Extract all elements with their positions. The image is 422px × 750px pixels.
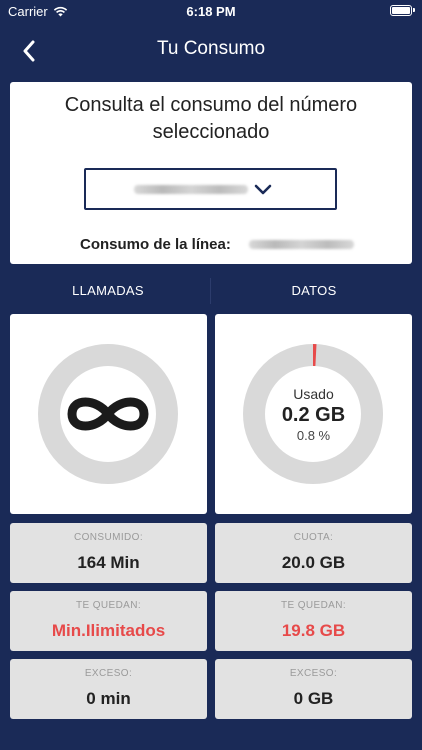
tab-divider: [210, 278, 211, 304]
calls-consumed-card: CONSUMIDO: 164 Min: [10, 523, 207, 583]
data-quota-value: 20.0 GB: [281, 553, 346, 572]
tab-calls[interactable]: LLAMADAS: [10, 270, 206, 310]
data-gauge-card: Usado 0.2 GB 0.8 %: [215, 314, 412, 514]
page-title: Tu Consumo: [156, 38, 266, 59]
data-remaining-card: TE QUEDAN: 19.8 GB: [215, 591, 412, 651]
redacted-line-number: [249, 240, 354, 249]
calls-gauge: [38, 344, 178, 484]
status-time: 6:18 PM: [186, 4, 236, 19]
number-selector-card: Consulta el consumo del número seleccion…: [10, 82, 412, 264]
status-bar: Carrier 6:18 PM: [0, 0, 422, 22]
calls-consumed-label: CONSUMIDO:: [74, 532, 143, 543]
calls-consumed-value: 164 Min: [77, 553, 140, 572]
calls-excess-label: EXCESO:: [84, 668, 133, 679]
calls-excess-value: 0 min: [86, 689, 131, 708]
calls-gauge-card: [10, 314, 207, 514]
line-label: Consumo de la línea:: [80, 236, 231, 253]
data-quota-label: CUOTA:: [293, 532, 334, 543]
selector-title: Consulta el consumo del número seleccion…: [64, 94, 358, 143]
navigation-bar: Tu Consumo: [0, 30, 422, 70]
data-excess-card: EXCESO: 0 GB: [215, 659, 412, 719]
line-consumption-row: Consumo de la línea:: [10, 236, 412, 258]
data-excess-label: EXCESO:: [289, 668, 338, 679]
gauge-used-label: Usado: [293, 386, 334, 402]
chevron-down-icon: [254, 184, 272, 195]
calls-remaining-label: TE QUEDAN:: [75, 600, 142, 611]
tab-data[interactable]: DATOS: [216, 270, 412, 310]
battery-icon: [390, 5, 415, 16]
data-remaining-label: TE QUEDAN:: [280, 600, 347, 611]
calls-remaining-card: TE QUEDAN: Min.Ilimitados: [10, 591, 207, 651]
calls-excess-card: EXCESO: 0 min: [10, 659, 207, 719]
gauge-used-percent: 0.8 %: [296, 428, 331, 443]
calls-remaining-value: Min.Ilimitados: [51, 621, 166, 640]
infinity-icon: [67, 397, 149, 431]
data-excess-value: 0 GB: [293, 689, 334, 708]
redacted-number: [134, 185, 248, 194]
data-remaining-value: 19.8 GB: [281, 621, 346, 640]
gauge-used-value: 0.2 GB: [281, 404, 346, 426]
number-dropdown[interactable]: [84, 168, 337, 210]
data-quota-card: CUOTA: 20.0 GB: [215, 523, 412, 583]
